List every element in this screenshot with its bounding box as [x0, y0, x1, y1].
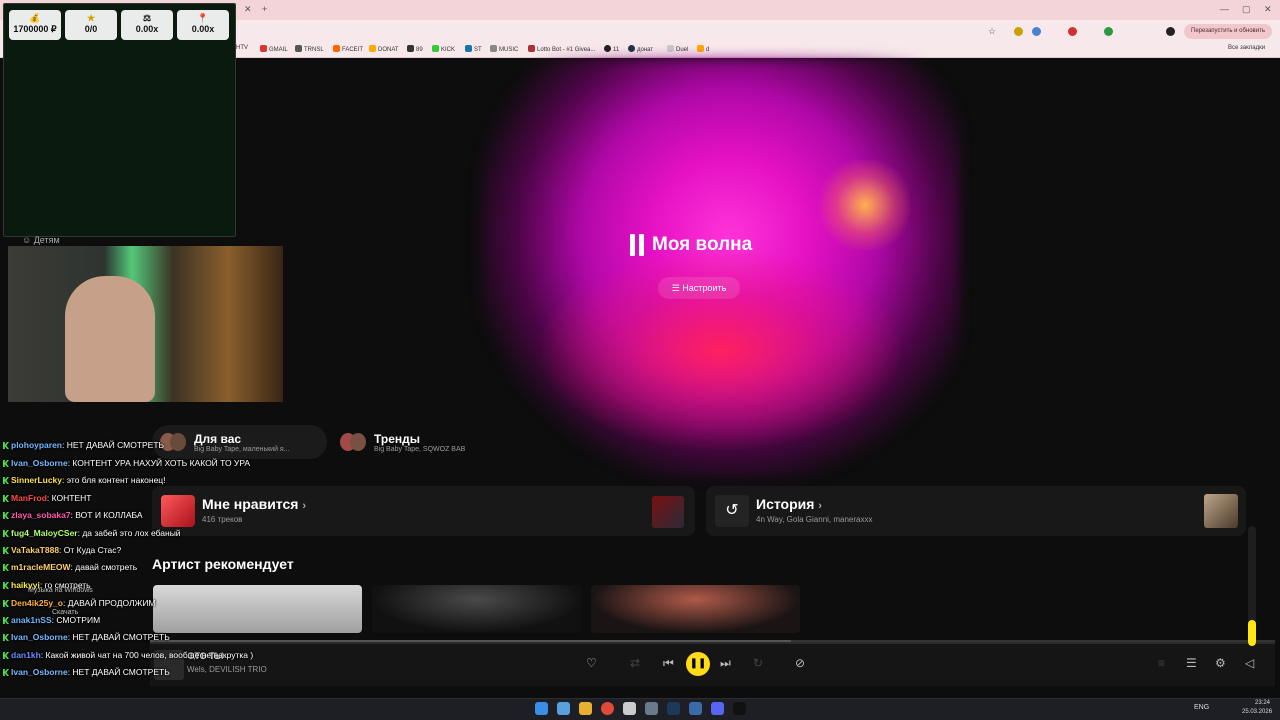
tune-button[interactable]: ☰ Настроить: [658, 277, 740, 299]
chat-message: Den4ik25y_o: ДАВАЙ ПРОДОЛЖИМ: [3, 598, 156, 608]
bookmark-item[interactable]: TRNSL: [295, 45, 324, 53]
chat-message: Ivan_Osborne: НЕТ ДАВАЙ СМОТРЕТЬ: [3, 667, 170, 677]
close-window-icon[interactable]: ✕: [1264, 4, 1272, 15]
chat-message: Ivan_Osborne: НЕТ ДАВАЙ СМОТРЕТЬ: [3, 632, 170, 642]
history-title: История: [756, 496, 815, 512]
like-icon[interactable]: ♡: [586, 656, 597, 670]
discord-icon[interactable]: [711, 702, 724, 715]
queue-icon[interactable]: ☰: [1186, 656, 1197, 670]
bookmark-item[interactable]: ST: [465, 45, 482, 53]
trends-chip[interactable]: Тренды Big Baby Tape, SQWOZ BAB: [332, 425, 502, 459]
explorer-icon[interactable]: [579, 702, 592, 715]
close-tab-icon[interactable]: ✕: [244, 4, 252, 15]
previous-icon[interactable]: ⏮: [663, 656, 674, 671]
maximize-icon[interactable]: ▢: [1242, 4, 1251, 15]
wave-visualizer-highlight: [820, 160, 910, 250]
bookmark-item[interactable]: Lotto Bot - #1 Givea...: [528, 45, 595, 53]
artist-card[interactable]: [591, 585, 800, 633]
artist-card[interactable]: [372, 585, 581, 633]
bookmark-item[interactable]: GMAIL: [260, 45, 288, 53]
new-tab-icon[interactable]: +: [262, 4, 267, 14]
bookmark-item[interactable]: HTV: [236, 45, 248, 51]
minimize-icon[interactable]: —: [1220, 4, 1229, 14]
chat-message: zlaya_sobaka7: ВОТ И КОЛЛАБА: [3, 510, 143, 520]
score-stat: ★ 0/0: [65, 10, 117, 40]
streamer-figure: [65, 276, 155, 402]
pause-icon: [630, 234, 644, 256]
star-icon: ★: [86, 13, 96, 23]
notepad-icon[interactable]: [623, 702, 636, 715]
sidebar-item-kids[interactable]: ☺ Детям: [22, 235, 60, 245]
history-icon: ↺: [715, 495, 749, 527]
sliders-icon: ☰: [671, 283, 683, 293]
history-artists: 4n Way, Gola Gianni, maneraxxx: [756, 515, 873, 524]
chrome-icon[interactable]: [601, 702, 614, 715]
history-card[interactable]: ↺ История › 4n Way, Gola Gianni, manerax…: [706, 486, 1246, 536]
extension-icon[interactable]: [1068, 27, 1077, 36]
cover-thumbnail: [652, 496, 684, 528]
download-link[interactable]: Скачать: [52, 609, 78, 616]
widgets-icon[interactable]: [557, 702, 570, 715]
pause-button[interactable]: ❚❚: [686, 652, 710, 676]
chat-message: SinnerLucky: это бля контент наконец!: [3, 475, 166, 485]
my-wave-title: Моя волна: [652, 234, 753, 255]
my-wave-play-button[interactable]: Моя волна: [630, 234, 752, 256]
pin-icon: 📍: [197, 13, 209, 23]
language-indicator[interactable]: ENG: [1194, 704, 1209, 711]
dislike-icon[interactable]: ⊘: [795, 656, 805, 670]
music-windows-promo: Музыка на Windows: [28, 587, 93, 594]
chat-message: VaTakaT888: От Куда Стас?: [3, 545, 121, 555]
bookmark-item[interactable]: 89: [407, 45, 423, 53]
lyrics-icon[interactable]: ≡: [1158, 656, 1165, 670]
bookmark-item[interactable]: FACEIT: [333, 45, 363, 53]
bookmark-item[interactable]: d: [697, 45, 709, 53]
bookmark-item[interactable]: DONAT: [369, 45, 399, 53]
bookmark-item[interactable]: KICK: [432, 45, 455, 53]
chat-message: anak1nSS: СМОТРИМ: [3, 615, 100, 625]
settings-icon[interactable]: ⚙: [1215, 656, 1226, 670]
start-icon[interactable]: [535, 702, 548, 715]
chevron-right-icon: ›: [818, 500, 822, 512]
all-bookmarks[interactable]: Все закладки: [1228, 45, 1265, 51]
chat-message: Ivan_Osborne: КОНТЕНТ УРА НАХУЙ ХОТЬ КАК…: [3, 458, 250, 468]
stats-overlay: 💰 1700000 ₽ ★ 0/0 ⚖ 0.00x 📍 0.00x: [3, 3, 236, 237]
bookmark-item[interactable]: MUSIC: [490, 45, 518, 53]
chevron-right-icon: ›: [302, 500, 306, 512]
clock-time[interactable]: 23:24: [1255, 700, 1270, 706]
volume-icon[interactable]: ◁: [1245, 656, 1254, 670]
player-bar: ЭТО ТЫ Wels, DEVILISH TRIO: [150, 642, 1275, 686]
scale-icon: ⚖: [142, 13, 152, 23]
shuffle-icon[interactable]: ⇄: [630, 656, 640, 670]
chat-message: m1racleMEOW: давай смотреть: [3, 562, 137, 572]
bookmark-star-icon[interactable]: ☆: [988, 26, 996, 37]
bookmark-item[interactable]: 11: [604, 45, 619, 53]
clock-date[interactable]: 25.03.2026: [1242, 709, 1272, 715]
chat-message: dan1kh: Какой живой чат на 700 челов, во…: [3, 650, 253, 660]
bookmark-item[interactable]: Duel: [667, 45, 688, 53]
repeat-icon[interactable]: ↻: [753, 656, 763, 670]
balance-stat: 💰 1700000 ₽: [9, 10, 61, 40]
chat-message: fug4_MaloyCSer: да забей это лох ебаный: [3, 528, 181, 538]
next-icon[interactable]: ⏭: [720, 656, 731, 671]
extension-icon[interactable]: [1014, 27, 1023, 36]
app-icon[interactable]: [645, 702, 658, 715]
app-icon[interactable]: [689, 702, 702, 715]
chat-message: plohoyparen: НЕТ ДАВАЙ СМОТРЕТЬ: [3, 440, 164, 450]
multiplier-stat: ⚖ 0.00x: [121, 10, 173, 40]
cover-thumbnail: [1204, 494, 1238, 528]
bookmark-item[interactable]: донат: [628, 45, 653, 53]
multiplier-stat: 📍 0.00x: [177, 10, 229, 40]
windows-taskbar: ENG 23:24 25.03.2026: [0, 698, 1280, 720]
extension-icon[interactable]: [1104, 27, 1113, 36]
kids-icon: ☺: [22, 235, 34, 245]
extension-icon[interactable]: [1032, 27, 1041, 36]
volume-slider-fill: [1248, 620, 1256, 646]
profile-avatar[interactable]: [1166, 27, 1175, 36]
chat-message: ManFrod: КОНТЕНТ: [3, 493, 91, 503]
app-icon[interactable]: [733, 702, 746, 715]
relaunch-button[interactable]: Перезапустить и обновить: [1184, 24, 1272, 39]
avatar: [340, 431, 366, 453]
steam-icon[interactable]: [667, 702, 680, 715]
money-bag-icon: 💰: [29, 13, 41, 23]
